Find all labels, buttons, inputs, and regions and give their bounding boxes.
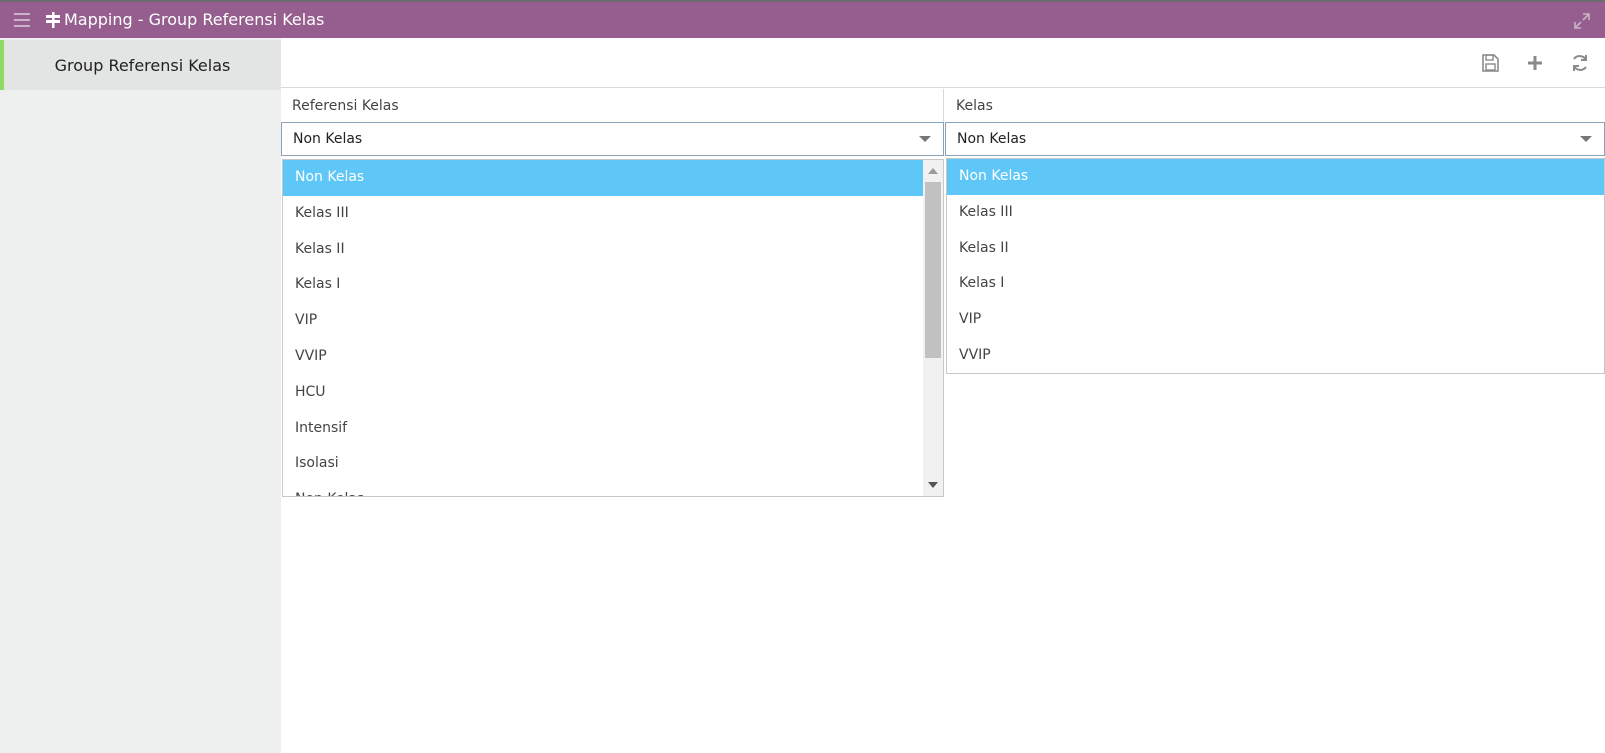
dropdown-option[interactable]: Kelas III bbox=[283, 196, 924, 232]
dropdown-option[interactable]: VVIP bbox=[947, 338, 1604, 373]
dropdown-option[interactable]: Kelas III bbox=[947, 195, 1604, 231]
referensi-kelas-select[interactable]: Non Kelas bbox=[281, 122, 944, 156]
dropdown-option[interactable]: Non Kelas bbox=[283, 482, 924, 496]
expand-icon[interactable] bbox=[1573, 12, 1591, 30]
referensi-kelas-value: Non Kelas bbox=[293, 131, 363, 147]
kelas-dropdown: Non Kelas Kelas III Kelas II Kelas I VIP VVIP bbox=[946, 158, 1605, 374]
hamburger-menu-icon[interactable] bbox=[14, 13, 30, 27]
scroll-up-arrow-icon[interactable] bbox=[928, 168, 938, 174]
dropdown-option[interactable]: Non Kelas bbox=[947, 159, 1604, 195]
dropdown-option[interactable]: VVIP bbox=[283, 339, 924, 375]
sidebar-item-group-referensi-kelas[interactable]: Group Referensi Kelas bbox=[0, 40, 281, 90]
referensi-kelas-label: Referensi Kelas bbox=[281, 89, 944, 124]
save-icon[interactable] bbox=[1479, 52, 1501, 74]
title-bar: Mapping - Group Referensi Kelas bbox=[0, 0, 1605, 38]
dropdown-option[interactable]: Intensif bbox=[283, 411, 924, 447]
kelas-value: Non Kelas bbox=[957, 131, 1027, 147]
dropdown-option[interactable]: Kelas II bbox=[283, 232, 924, 268]
chevron-down-icon[interactable] bbox=[1580, 136, 1592, 142]
dropdown-option[interactable]: HCU bbox=[283, 375, 924, 411]
plus-icon[interactable] bbox=[1524, 52, 1546, 74]
dropdown-option[interactable]: VIP bbox=[283, 303, 924, 339]
toolbar bbox=[281, 38, 1605, 88]
kelas-label: Kelas bbox=[956, 98, 993, 114]
dropdown-option[interactable]: Non Kelas bbox=[283, 160, 924, 196]
signpost-icon bbox=[46, 12, 60, 28]
dropdown-option[interactable]: Kelas I bbox=[283, 267, 924, 303]
dropdown-option[interactable]: VIP bbox=[947, 302, 1604, 338]
dropdown-option[interactable]: Isolasi bbox=[283, 446, 924, 482]
dropdown-option[interactable]: Kelas II bbox=[947, 231, 1604, 267]
dropdown-scrollbar[interactable] bbox=[923, 160, 943, 496]
page-title: Mapping - Group Referensi Kelas bbox=[64, 10, 325, 29]
dropdown-option[interactable]: Kelas I bbox=[947, 266, 1604, 302]
kelas-select[interactable]: Non Kelas bbox=[945, 122, 1605, 156]
referensi-kelas-dropdown: Non Kelas Kelas III Kelas II Kelas I VIP VVIP… bbox=[282, 159, 944, 497]
sidebar-item-label: Group Referensi Kelas bbox=[54, 55, 231, 75]
refresh-icon[interactable] bbox=[1569, 52, 1591, 74]
scroll-thumb[interactable] bbox=[925, 182, 941, 358]
sidebar: Group Referensi Kelas bbox=[0, 38, 281, 753]
main-panel: Referensi Kelas Non Kelas Non Kelas Kelas… bbox=[281, 38, 1605, 753]
scroll-down-arrow-icon[interactable] bbox=[928, 482, 938, 488]
chevron-down-icon[interactable] bbox=[919, 136, 931, 142]
